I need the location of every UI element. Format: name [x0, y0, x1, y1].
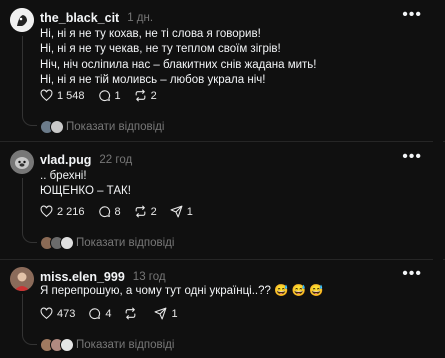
comment-text: Ні, ні я не ту кохав, не ті слова я гово… — [40, 27, 316, 88]
repost-count: 2 — [150, 89, 157, 102]
comment-line: ЮЩЕНКО – ТАК! — [40, 185, 131, 198]
username-link[interactable]: vlad.pug — [40, 153, 91, 167]
timestamp[interactable]: 22 год — [99, 154, 132, 166]
share-count: 1 — [171, 307, 178, 320]
reply-avatar — [60, 236, 74, 250]
avatar-image-icon — [10, 267, 34, 291]
like-count: 473 — [57, 307, 76, 320]
username-link[interactable]: the_black_cit — [40, 11, 119, 25]
comment-card: vlad.pug 22 год ••• .. брехні! ЮЩЕНКО – … — [0, 142, 445, 260]
show-replies-label: Показати відповіді — [66, 121, 165, 133]
show-replies-link[interactable]: Показати відповіді — [40, 338, 174, 352]
comment-line: Я перепрошую, а чому тут одні українці..… — [40, 285, 324, 297]
timestamp[interactable]: 13 год — [133, 271, 166, 283]
like-button[interactable]: 473 — [40, 307, 75, 320]
avatar[interactable] — [10, 267, 34, 291]
show-replies-label: Показати відповіді — [76, 339, 175, 351]
scrollbar[interactable] — [433, 0, 443, 358]
like-button[interactable]: 2 216 — [40, 205, 85, 218]
share-icon — [170, 205, 183, 218]
reply-avatars — [40, 236, 74, 250]
comment-bubble-icon — [98, 90, 110, 102]
timestamp[interactable]: 1 дн. — [127, 12, 153, 24]
comment-button[interactable]: 8 — [98, 205, 121, 218]
comment-bubble-icon — [89, 308, 101, 320]
more-options-icon[interactable]: ••• — [402, 6, 422, 24]
show-replies-link[interactable]: Показати відповіді — [40, 120, 164, 134]
thread-curve — [22, 334, 37, 345]
comment-line: Ні, ні я не ту кохав, не ті слова я гово… — [40, 28, 261, 40]
reply-avatar — [50, 120, 64, 134]
like-count: 2 216 — [57, 205, 85, 218]
show-replies-label: Показати відповіді — [76, 237, 175, 249]
avatar[interactable] — [10, 8, 34, 32]
comment-button[interactable]: 1 — [98, 89, 121, 102]
comment-line: Ні, ні я не тій моливсь – любов украла н… — [40, 73, 266, 86]
comment-line: Ніч, ніч осліпила нас – блакитних снів ж… — [40, 58, 317, 71]
comment-count: 4 — [105, 307, 112, 320]
more-options-icon[interactable]: ••• — [402, 265, 422, 283]
avatar-image-icon — [10, 150, 34, 174]
share-count: 1 — [186, 205, 193, 218]
action-bar: 473 4 1 — [40, 307, 191, 320]
reply-avatar — [60, 338, 74, 352]
heart-icon — [40, 205, 53, 218]
repost-button[interactable]: 2 — [134, 89, 157, 102]
comment-text: .. брехні! ЮЩЕНКО – ТАК! — [40, 169, 131, 200]
comment-line: .. брехні! — [40, 170, 87, 182]
thread-curve — [22, 115, 37, 126]
comment-header: the_black_cit 1 дн. — [40, 10, 153, 26]
action-bar: 1 548 1 2 — [40, 89, 170, 102]
share-button[interactable]: 1 — [154, 307, 178, 320]
repost-icon — [126, 307, 136, 320]
thread-line — [22, 36, 23, 116]
comment-count: 1 — [114, 89, 121, 102]
comment-button[interactable]: 4 — [88, 307, 111, 320]
repost-button[interactable]: 2 — [134, 205, 157, 218]
action-bar: 2 216 8 2 1 — [40, 205, 206, 218]
heart-icon — [40, 89, 53, 102]
repost-button[interactable] — [124, 307, 141, 320]
repost-count: 2 — [150, 205, 157, 218]
comment-count: 8 — [114, 205, 121, 218]
share-icon — [155, 307, 167, 320]
thread-line — [22, 178, 23, 233]
more-options-icon[interactable]: ••• — [402, 148, 422, 166]
thread-curve — [22, 232, 37, 243]
show-replies-link[interactable]: Показати відповіді — [40, 236, 174, 250]
repost-icon — [135, 205, 146, 218]
heart-icon — [40, 307, 53, 320]
like-button[interactable]: 1 548 — [40, 89, 85, 102]
comment-header: miss.elen_999 13 год — [40, 269, 166, 285]
comment-bubble-icon — [98, 206, 110, 218]
comment-header: vlad.pug 22 год — [40, 152, 132, 168]
avatar-image-icon — [10, 8, 34, 32]
avatar[interactable] — [10, 150, 34, 174]
comment-card: miss.elen_999 13 год ••• Я перепрошую, а… — [0, 260, 445, 358]
like-count: 1 548 — [57, 89, 85, 102]
repost-icon — [135, 89, 146, 102]
username-link[interactable]: miss.elen_999 — [40, 270, 125, 284]
comment-text: Я перепрошую, а чому тут одні українці..… — [40, 284, 323, 299]
comment-line: Ні, ні я не ту чекав, не ту теплом своїм… — [40, 43, 281, 56]
thread-line — [22, 294, 23, 336]
share-button[interactable]: 1 — [170, 205, 193, 218]
reply-avatars — [40, 338, 74, 352]
reply-avatars — [40, 120, 64, 134]
comment-card: the_black_cit 1 дн. ••• Ні, ні я не ту к… — [0, 0, 445, 142]
